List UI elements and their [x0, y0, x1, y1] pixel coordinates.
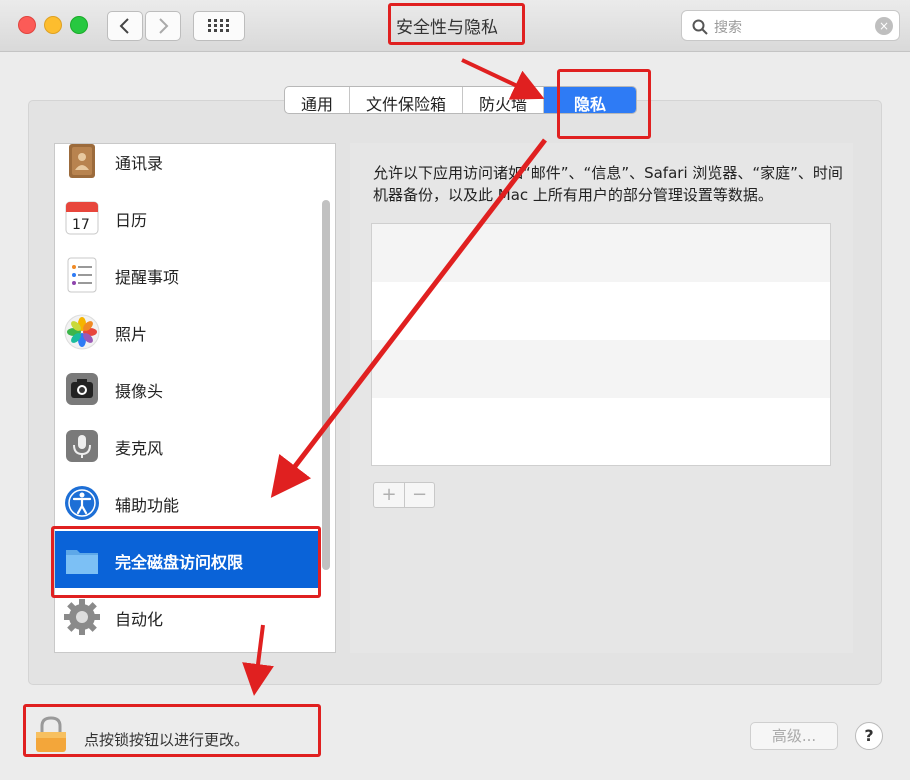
photos-icon [64, 314, 100, 350]
sidebar-item-accessibility[interactable]: 辅助功能 [55, 474, 320, 531]
reminders-icon [67, 257, 97, 293]
camera-icon [66, 373, 98, 405]
remove-app-button[interactable]: − [404, 483, 434, 507]
sidebar-item-label: 自动化 [115, 610, 164, 629]
gear-icon [64, 599, 100, 635]
sidebar-item-label: 辅助功能 [115, 496, 180, 515]
list-scrollbar[interactable] [322, 200, 330, 570]
list-row [372, 224, 830, 282]
tab-firewall[interactable]: 防火墙 [463, 87, 545, 113]
sidebar-item-label: 摄像头 [115, 382, 164, 401]
list-row [372, 340, 830, 398]
annotation-box-title [388, 3, 525, 45]
search-placeholder: 搜索 [714, 20, 742, 36]
show-all-button[interactable] [193, 11, 245, 41]
close-window-button[interactable] [18, 16, 36, 34]
search-field[interactable]: 搜索 × [681, 10, 900, 41]
annotation-box-privacy-tab [557, 69, 651, 139]
sidebar-item-camera[interactable]: 摄像头 [55, 360, 320, 417]
add-remove-control: + − [373, 482, 435, 508]
chevron-right-icon [159, 18, 169, 34]
tab-general[interactable]: 通用 [285, 87, 351, 113]
forward-button[interactable] [145, 11, 181, 41]
microphone-icon [66, 430, 98, 462]
sidebar-item-contacts[interactable]: 通讯录 [55, 144, 320, 189]
clear-search-icon[interactable]: × [875, 17, 893, 35]
chevron-left-icon [119, 18, 129, 34]
sidebar-item-label: 麦克风 [115, 439, 164, 458]
search-icon [692, 19, 708, 35]
add-app-button[interactable]: + [374, 483, 404, 507]
sidebar-item-reminders[interactable]: 提醒事项 [55, 246, 320, 303]
contacts-icon [69, 144, 95, 178]
help-button[interactable]: ? [855, 722, 883, 750]
annotation-box-full-disk [51, 526, 321, 598]
grid-icon [208, 19, 229, 32]
sidebar-item-label: 通讯录 [115, 154, 164, 173]
sidebar-item-label: 日历 [115, 211, 148, 230]
back-button[interactable] [107, 11, 143, 41]
sidebar-item-calendar[interactable]: 17 日历 [55, 189, 320, 246]
zoom-window-button[interactable] [70, 16, 88, 34]
sidebar-item-label: 照片 [115, 325, 148, 344]
tab-filevault[interactable]: 文件保险箱 [350, 87, 464, 113]
calendar-icon-day: 17 [72, 217, 90, 233]
minimize-window-button[interactable] [44, 16, 62, 34]
advanced-button[interactable]: 高级... [750, 722, 838, 750]
sidebar-item-photos[interactable]: 照片 [55, 303, 320, 360]
annotation-box-lock [23, 704, 321, 757]
sidebar-item-label: 提醒事项 [115, 268, 180, 287]
sidebar-item-microphone[interactable]: 麦克风 [55, 417, 320, 474]
allowed-apps-list[interactable] [371, 223, 831, 466]
permission-description: 允许以下应用访问诸如“邮件”、“信息”、Safari 浏览器、“家庭”、时间机器… [373, 164, 843, 204]
accessibility-icon [65, 486, 99, 520]
